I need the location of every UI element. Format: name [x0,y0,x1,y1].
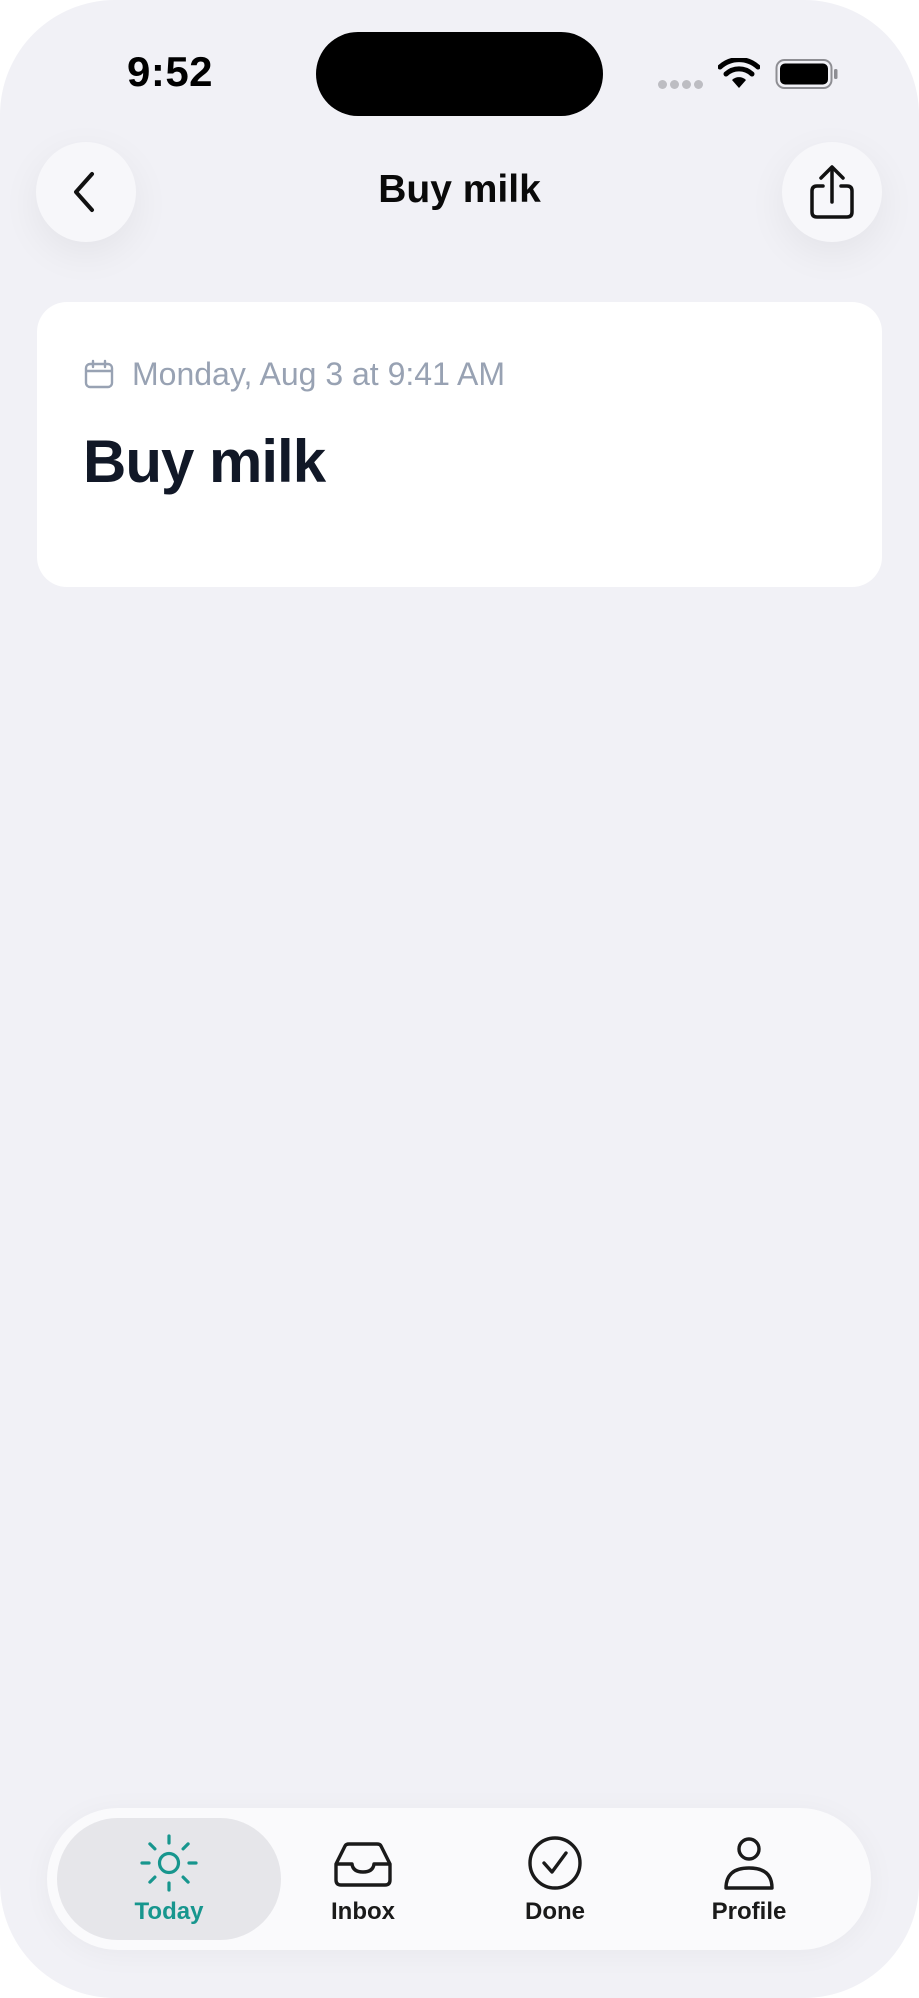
inbox-tray-icon [334,1842,392,1887]
phone-screen: 9:52 Buy milk Monday, Aug 3 at 9:41 AM B… [0,0,919,1998]
page-title: Buy milk [378,168,541,211]
dynamic-island [316,32,603,116]
chevron-left-icon [74,172,94,212]
task-card: Monday, Aug 3 at 9:41 AM Buy milk [37,302,882,587]
tab-profile-label: Profile [711,1898,787,1925]
tab-bar: Today Inbox Done Profile [47,1808,871,1950]
tab-profile[interactable]: Profile [637,1818,861,1940]
share-button[interactable] [782,142,882,242]
tab-done-label: Done [525,1898,585,1925]
share-icon [810,165,854,219]
cellular-signal-icon [658,80,704,90]
tab-today-label: Today [134,1898,204,1925]
tab-today[interactable]: Today [57,1818,281,1940]
check-circle-icon [528,1836,582,1890]
back-button[interactable] [36,142,136,242]
battery-icon [775,59,838,89]
tab-inbox[interactable]: Inbox [251,1818,475,1940]
task-date-row: Monday, Aug 3 at 9:41 AM [84,354,505,394]
wifi-icon [718,58,760,88]
calendar-icon [84,359,114,389]
task-date: Monday, Aug 3 at 9:41 AM [132,355,505,392]
tab-done[interactable]: Done [443,1818,667,1940]
task-title: Buy milk [83,428,326,495]
sun-icon [140,1834,198,1892]
status-time: 9:52 [126,48,214,95]
tab-inbox-label: Inbox [331,1898,395,1925]
person-icon [724,1837,774,1890]
